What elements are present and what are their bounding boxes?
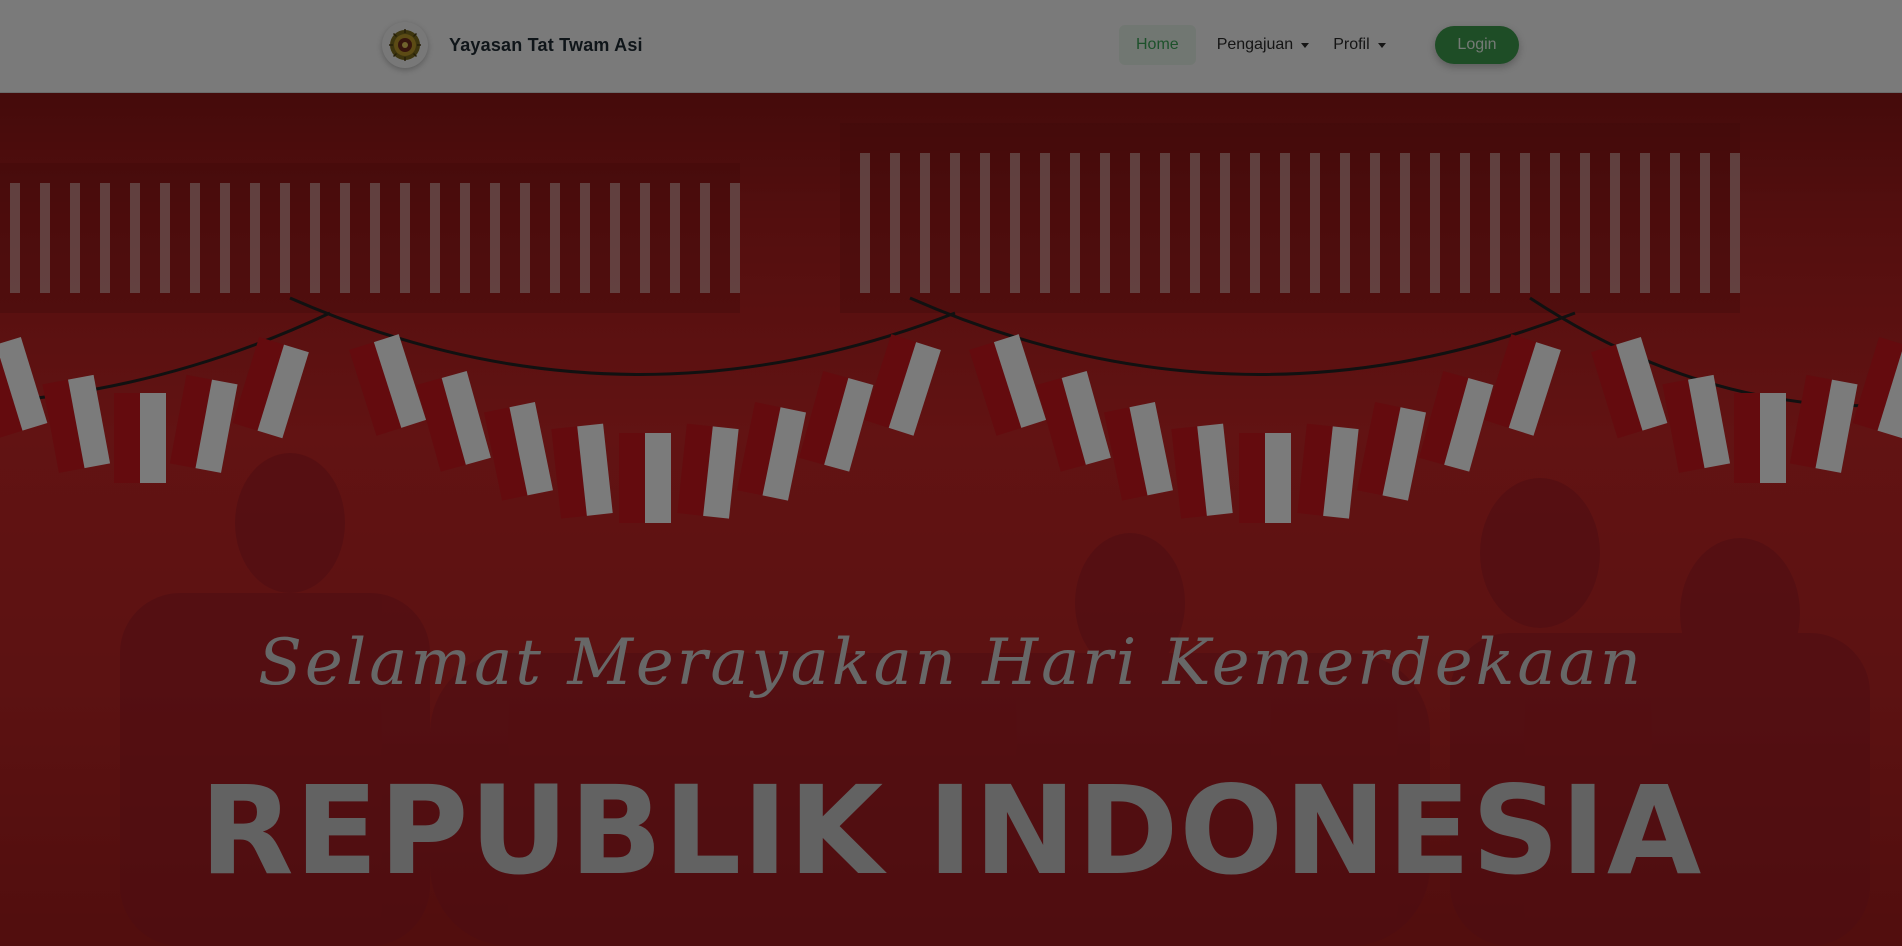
hero-script-heading: Selamat Merayakan Hari Kemerdekaan (258, 626, 1644, 700)
login-button[interactable]: Login (1435, 26, 1519, 64)
nav-pengajuan-dropdown[interactable]: Pengajuan (1217, 25, 1310, 65)
nav-profil-dropdown[interactable]: Profil (1333, 25, 1386, 65)
main-nav: Home Pengajuan Profil (1119, 24, 1410, 66)
foundation-emblem-icon (382, 22, 428, 68)
navbar-brand[interactable]: Yayasan Tat Twam Asi (382, 22, 643, 68)
caret-down-icon (1377, 42, 1386, 48)
brand-name: Yayasan Tat Twam Asi (449, 34, 643, 55)
caret-down-icon (1301, 42, 1310, 48)
nav-home[interactable]: Home (1119, 25, 1196, 65)
hero-main-heading: REPUBLIK INDONESIA (199, 760, 1703, 902)
hero-banner: Selamat Merayakan Hari Kemerdekaan REPUB… (0, 93, 1902, 946)
nav-profil-label: Profil (1333, 36, 1370, 53)
nav-pengajuan-label: Pengajuan (1216, 36, 1294, 53)
nav-home-label: Home (1136, 36, 1179, 53)
top-navbar: Yayasan Tat Twam Asi Home Pengajuan Prof… (0, 0, 1902, 93)
